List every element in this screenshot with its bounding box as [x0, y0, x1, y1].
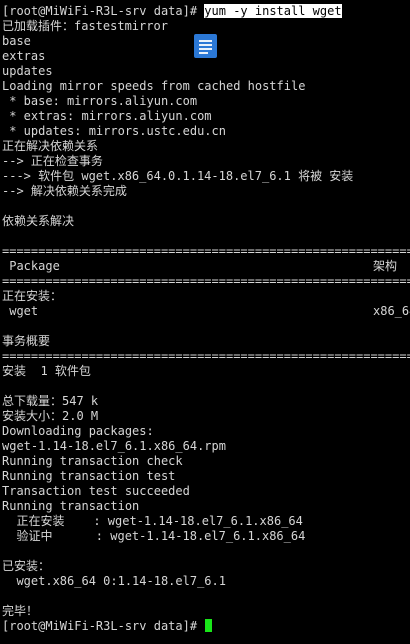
installed-label: 已安装： [2, 559, 51, 573]
output-line: 总下载量：547 k [2, 394, 99, 408]
shell-prompt: [root@MiWiFi-R3L-srv data]# [2, 619, 205, 633]
output-line: updates [2, 64, 53, 78]
summary-title: 事务概要 [2, 334, 51, 348]
deps-resolved-line: 依赖关系解决 [2, 214, 75, 228]
output-line: 安装大小：2.0 M [2, 409, 99, 423]
output-line: * base: mirrors.aliyun.com [2, 94, 198, 108]
output-line: ---> 软件包 wget.x86_64.0.1.14-18.el7_6.1 将… [2, 169, 354, 183]
table-row: wget x86_64 [2, 304, 410, 319]
document-icon[interactable] [194, 34, 217, 58]
output-line: Running transaction test [2, 469, 176, 483]
output-line: * updates: mirrors.ustc.edu.cn [2, 124, 226, 138]
output-line: Running transaction check [2, 454, 183, 468]
column-arch: 架构 [373, 259, 398, 273]
double-rule: ========================================… [2, 349, 410, 363]
output-line: * extras: mirrors.aliyun.com [2, 109, 212, 123]
output-line: Downloading packages: [2, 424, 154, 438]
column-package: Package [2, 259, 60, 273]
output-line: 正在安装 : wget-1.14-18.el7_6.1.x86_64 [2, 514, 303, 528]
output-line: Running transaction [2, 499, 140, 513]
table-header: Package 架构 [2, 259, 410, 274]
document-icon-line [199, 52, 208, 54]
double-rule: ========================================… [2, 274, 410, 288]
output-line: Transaction test succeeded [2, 484, 190, 498]
output-line: --> 正在检查事务 [2, 154, 103, 168]
installed-package: wget.x86_64 0:1.14-18.el7_6.1 [2, 574, 226, 588]
document-icon-line [199, 40, 212, 42]
output-line: 已加载插件：fastestmirror [2, 19, 168, 33]
row-package: wget [2, 304, 39, 318]
prompt-line: [root@MiWiFi-R3L-srv data]# [2, 619, 410, 634]
complete-line: 完毕！ [2, 604, 39, 618]
output-line: wget-1.14-18.el7_6.1.x86_64.rpm [2, 439, 226, 453]
cursor[interactable] [205, 619, 213, 632]
command-text[interactable]: yum -y install wget [204, 4, 342, 18]
install-count: 安装 1 软件包 [2, 364, 91, 378]
output-line: Loading mirror speeds from cached hostfi… [2, 79, 306, 93]
row-arch: x86_64 [373, 304, 410, 318]
terminal-output[interactable]: [root@MiWiFi-R3L-srv data]# yum -y insta… [0, 0, 410, 644]
command-line: [root@MiWiFi-R3L-srv data]# yum -y insta… [2, 4, 410, 19]
output-line: --> 解决依赖关系完成 [2, 184, 127, 198]
double-rule: ========================================… [2, 244, 410, 258]
output-line: 验证中 : wget-1.14-18.el7_6.1.x86_64 [2, 529, 306, 543]
shell-prompt: [root@MiWiFi-R3L-srv data]# [2, 4, 205, 18]
document-icon-line [199, 44, 212, 46]
document-icon-line [199, 48, 212, 50]
installing-label: 正在安装： [2, 289, 63, 303]
output-line: 正在解决依赖关系 [2, 139, 99, 153]
